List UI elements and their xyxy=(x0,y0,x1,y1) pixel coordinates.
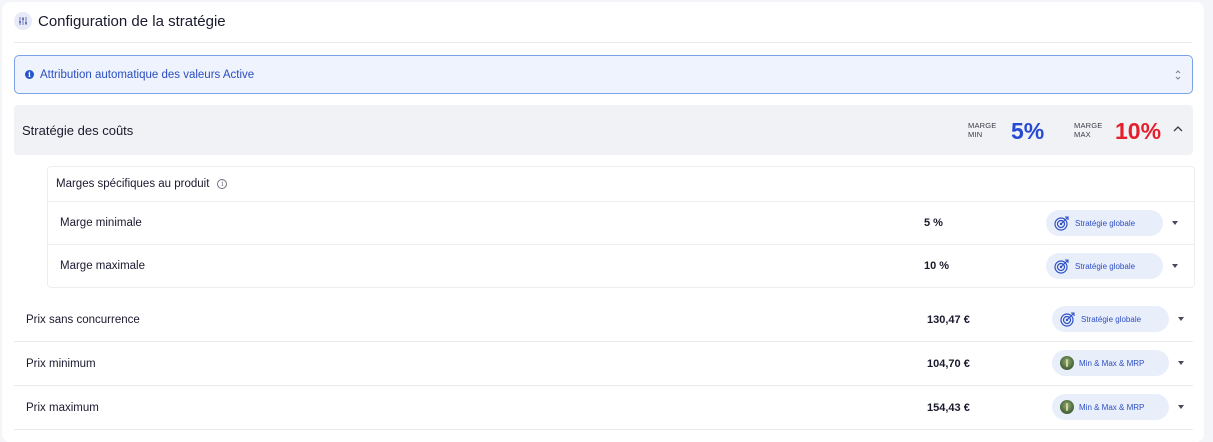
cost-strategy-accordion[interactable]: Stratégie des coûts MARGE MIN 5% MARGE M… xyxy=(14,105,1193,155)
specific-margins-title: Marges spécifiques au produit i xyxy=(56,178,228,190)
price-row-minimum: Prix minimum 104,70 € Min & Max & MRP xyxy=(14,342,1193,386)
row-label: Prix maximum xyxy=(26,402,99,414)
margin-min-value: 5% xyxy=(1011,118,1045,144)
row-label: Prix minimum xyxy=(26,358,96,370)
specific-margins-panel: Marges spécifiques au produit i Marge mi… xyxy=(47,166,1195,288)
sliders-icon xyxy=(14,12,32,30)
margin-min-row: Marge minimale 5 % Stratégie globale xyxy=(48,201,1194,244)
row-value: 104,70 € xyxy=(927,358,970,370)
price-row-maximum: Prix maximum 154,43 € Min & Max & MRP xyxy=(14,386,1193,430)
row-label: Prix sans concurrence xyxy=(26,314,140,326)
strategy-pill-label: Min & Max & MRP xyxy=(1079,358,1145,368)
strategy-pill[interactable]: Min & Max & MRP xyxy=(1052,394,1169,420)
margin-max-row: Marge maximale 10 % Stratégie globale xyxy=(48,244,1194,287)
info-circle-icon[interactable]: i xyxy=(217,179,228,189)
strategy-pill[interactable]: Stratégie globale xyxy=(1046,253,1163,279)
section-header: Configuration de la stratégie xyxy=(14,12,226,30)
cost-strategy-title: Stratégie des coûts xyxy=(22,123,134,138)
strategy-pill-label: Stratégie globale xyxy=(1081,314,1142,324)
target-icon xyxy=(1054,216,1069,231)
row-value: 154,43 € xyxy=(927,402,970,414)
strategy-pill[interactable]: Stratégie globale xyxy=(1052,306,1169,332)
info-icon: i xyxy=(25,70,34,79)
divider xyxy=(14,42,1192,43)
margin-max-value: 10% xyxy=(1115,118,1162,144)
page-title: Configuration de la stratégie xyxy=(38,12,226,30)
caret-down-icon[interactable] xyxy=(1177,360,1185,366)
chevron-up-icon[interactable] xyxy=(1173,125,1183,133)
auto-assign-select[interactable]: i Attribution automatique des valeurs Ac… xyxy=(14,55,1193,94)
target-icon xyxy=(1054,259,1069,274)
auto-assign-select-value: Attribution automatique des valeurs Acti… xyxy=(40,68,255,81)
strategy-pill-label: Stratégie globale xyxy=(1075,261,1136,271)
price-row-no-competition: Prix sans concurrence 130,47 € Stratégie… xyxy=(14,298,1193,342)
strategy-pill[interactable]: Min & Max & MRP xyxy=(1052,350,1169,376)
strategy-pill-label: Stratégie globale xyxy=(1075,218,1136,228)
margin-max-label: MARGE MAX xyxy=(1074,121,1103,139)
strategy-pill-label: Min & Max & MRP xyxy=(1079,402,1145,412)
strategy-config-card: Configuration de la stratégie i Attribut… xyxy=(2,2,1204,442)
row-value: 130,47 € xyxy=(927,314,970,326)
caret-down-icon[interactable] xyxy=(1171,263,1179,269)
row-value: 10 % xyxy=(924,260,950,272)
avatar-icon xyxy=(1060,400,1074,414)
caret-down-icon[interactable] xyxy=(1177,404,1185,410)
margin-min-label-line1: MARGE xyxy=(968,121,997,130)
caret-down-icon[interactable] xyxy=(1171,220,1179,226)
margin-min-label-line2: MIN xyxy=(968,130,983,139)
margin-min-label: MARGE MIN xyxy=(968,121,997,139)
select-arrows-icon xyxy=(1175,70,1181,80)
row-label: Marge maximale xyxy=(60,260,145,272)
target-icon xyxy=(1060,312,1075,327)
row-value: 5 % xyxy=(924,217,943,229)
margin-max-label-line2: MAX xyxy=(1074,130,1091,139)
caret-down-icon[interactable] xyxy=(1177,316,1185,322)
strategy-pill[interactable]: Stratégie globale xyxy=(1046,210,1163,236)
specific-margins-title-text: Marges spécifiques au produit xyxy=(56,178,210,190)
avatar-icon xyxy=(1060,356,1074,370)
row-label: Marge minimale xyxy=(60,217,142,229)
margin-max-label-line1: MARGE xyxy=(1074,121,1103,130)
